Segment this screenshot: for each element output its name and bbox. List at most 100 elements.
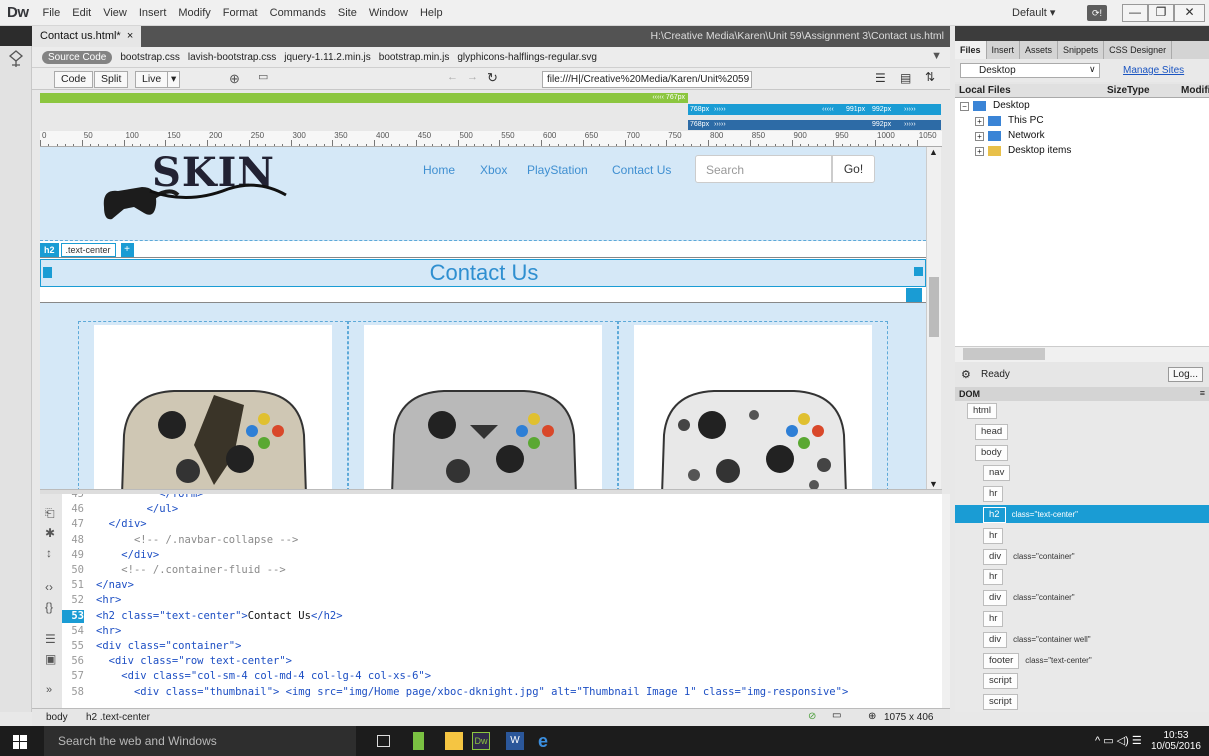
code-text[interactable]: <div class="thumbnail"> <img src="img/Ho… [96, 686, 848, 698]
menu-commands[interactable]: Commands [264, 7, 332, 19]
design-scrollbar-thumb[interactable] [929, 277, 939, 337]
dom-node-tag[interactable]: script [983, 694, 1018, 711]
sort-icon[interactable]: ⇅ [925, 70, 935, 84]
code-line[interactable]: 53 <h2 class="text-center">Contact Us</h2… [62, 609, 942, 624]
nav-link-contact[interactable]: Contact Us [612, 163, 671, 177]
related-file[interactable]: bootstrap.css [120, 52, 179, 63]
window-size-icon[interactable]: ⊕ [868, 711, 876, 722]
dom-tree[interactable]: html head body nav hr h2 class="text-center" hr… [955, 401, 1209, 712]
dom-node-tag[interactable]: hr [983, 611, 1004, 627]
dom-node[interactable]: body [975, 444, 1008, 461]
tag-selector-body[interactable]: body [46, 712, 68, 723]
dom-node[interactable]: nav [983, 465, 1011, 482]
dom-node-tag[interactable]: hr [983, 527, 1004, 544]
dom-node[interactable]: html [967, 403, 997, 419]
minimize-button[interactable]: — [1122, 4, 1148, 22]
thumbnail-card[interactable] [634, 325, 872, 489]
taskbar-search[interactable]: Search the web and Windows [44, 726, 356, 756]
mq-bar-768-991[interactable]: 768px ››››› ‹‹‹‹‹ 991px 992px ››››› [688, 104, 941, 115]
code-text[interactable]: <hr> [96, 625, 121, 637]
source-code-button[interactable]: Source Code [42, 50, 113, 64]
dom-node[interactable]: script [983, 694, 1018, 711]
code-text[interactable]: </div> [96, 518, 147, 530]
dom-node[interactable]: h2 class="text-center" [983, 507, 1078, 523]
document-tab[interactable]: Contact us.html* × [32, 26, 142, 47]
mq-bar-max-767[interactable] [40, 93, 688, 103]
pinned-app-icon[interactable] [413, 732, 424, 750]
tree-item[interactable]: Desktop [993, 100, 1030, 111]
collapse-tag-icon[interactable]: ✱ [45, 526, 55, 540]
code-text[interactable]: <div class="row text-center"> [96, 655, 292, 667]
menu-window[interactable]: Window [363, 7, 414, 19]
code-line[interactable]: 50 <!-- /.container-fluid --> [62, 564, 942, 578]
files-hscrollbar[interactable] [955, 346, 1209, 362]
page-heading[interactable]: Contact Us [41, 260, 926, 286]
highlight-invalid-icon[interactable]: ▣ [45, 652, 56, 666]
log-button[interactable]: Log... [1167, 367, 1203, 382]
select-parent-tag-icon[interactable]: ‹› [45, 580, 53, 594]
back-icon[interactable]: ← [447, 71, 458, 83]
dom-panel-title[interactable]: DOM [959, 389, 980, 399]
tab-css-designer[interactable]: CSS Designer [1104, 41, 1173, 59]
code-text[interactable]: <div class="container"> [96, 640, 241, 652]
inspect-icon[interactable]: ⊕ [229, 71, 240, 87]
system-tray-icons[interactable]: ^ ▭ ◁) ☰ [1095, 734, 1142, 747]
tree-item[interactable]: Desktop items [1008, 145, 1071, 156]
design-scrollbar[interactable]: ▲ ▼ [926, 147, 941, 489]
workspace-switcher[interactable]: Default ▾ [1012, 6, 1055, 19]
code-line[interactable]: 49 </div> [62, 549, 942, 563]
mq-label-767[interactable]: ‹‹‹‹‹ 767px [615, 93, 688, 103]
dom-node[interactable]: hr [983, 611, 1004, 627]
dom-node-tag[interactable]: nav [983, 465, 1011, 482]
hscroll-thumb[interactable] [963, 348, 1045, 360]
task-view-icon[interactable] [377, 735, 390, 747]
col-size[interactable]: Size [1107, 85, 1127, 96]
open-documents-icon[interactable]: ⎗ [45, 506, 55, 521]
code-editor[interactable]: 45 </form> 46 </ul> 47 </div> 48 <!-- /.nav… [62, 494, 942, 708]
related-file[interactable]: bootstrap.min.js [379, 52, 450, 63]
tab-snippets[interactable]: Snippets [1058, 41, 1105, 59]
manage-sites-link[interactable]: Manage Sites [1123, 65, 1184, 76]
code-scrollbar[interactable] [942, 494, 950, 708]
thumbnail-card[interactable] [364, 325, 602, 489]
code-text[interactable]: <div class="col-sm-4 col-md-4 col-lg-4 c… [96, 670, 431, 682]
balance-braces-icon[interactable]: {} [45, 600, 53, 614]
close-window-button[interactable]: ✕ [1174, 4, 1205, 22]
col-local-files[interactable]: Local Files [959, 85, 1011, 96]
dom-node[interactable]: div class="container" [983, 548, 1075, 565]
code-text[interactable]: </ul> [96, 503, 179, 515]
code-text[interactable]: </div> [96, 549, 159, 561]
word-icon[interactable]: W [506, 732, 524, 750]
tree-toggle-icon[interactable]: + [975, 147, 984, 156]
menu-insert[interactable]: Insert [133, 7, 173, 19]
menu-edit[interactable]: Edit [66, 7, 97, 19]
dom-node-tag[interactable]: hr [983, 569, 1004, 586]
filter-icon[interactable]: ▼ [931, 50, 942, 62]
resize-handle-left-icon[interactable] [43, 267, 52, 278]
nav-link-playstation[interactable]: PlayStation [527, 163, 588, 177]
dom-node-tag[interactable]: h2 [983, 507, 1006, 523]
live-view-dropdown[interactable]: ▾ [167, 71, 181, 88]
visual-aids-icon[interactable]: ▭ [258, 70, 268, 83]
dom-node[interactable]: script [983, 673, 1018, 690]
edge-browser-icon[interactable]: e [538, 732, 556, 750]
insert-panel-icon[interactable] [8, 50, 24, 68]
dom-node[interactable]: div class="container" [983, 590, 1075, 607]
related-file[interactable]: glyphicons-halflings-regular.svg [457, 52, 597, 63]
more-tools-icon[interactable]: » [46, 684, 52, 696]
site-dropdown[interactable]: Desktop [960, 63, 1100, 78]
tree-toggle-icon[interactable]: + [975, 117, 984, 126]
dom-node-tag[interactable]: html [967, 403, 997, 419]
windows-start-icon[interactable] [13, 735, 27, 749]
code-line[interactable]: 45 </form> [62, 494, 942, 502]
title-icon[interactable]: ☰ [875, 71, 886, 85]
address-field[interactable]: file:///H|/Creative%20Media/Karen/Unit%2… [542, 71, 752, 88]
menu-format[interactable]: Format [217, 7, 264, 19]
contact-heading-row[interactable]: Contact Us [40, 259, 926, 287]
code-line[interactable]: 54 <hr> [62, 625, 942, 639]
dom-node-tag[interactable]: div [983, 590, 1008, 607]
close-tab-icon[interactable]: × [127, 30, 133, 42]
dom-node[interactable]: hr [983, 486, 1004, 503]
dom-node[interactable]: head [975, 423, 1009, 440]
tree-toggle-icon[interactable]: + [975, 132, 984, 141]
